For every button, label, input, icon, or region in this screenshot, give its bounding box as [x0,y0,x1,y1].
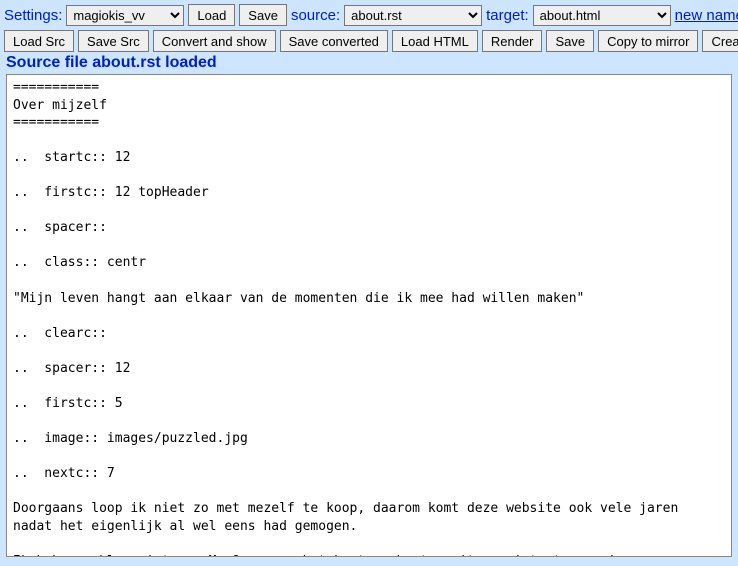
render-button[interactable]: Render [482,30,543,52]
settings-select[interactable]: magiokis_vv [66,5,184,26]
new-name-link[interactable]: new name [675,7,738,24]
load-src-button[interactable]: Load Src [4,30,74,52]
save-button[interactable]: Save [546,30,594,52]
settings-bar: Settings: magiokis_vv Load Save source: … [0,0,738,28]
source-select[interactable]: about.rst [344,5,482,26]
editor-container [0,74,738,566]
settings-label: Settings: [4,7,62,24]
settings-save-button[interactable]: Save [239,4,287,26]
convert-show-button[interactable]: Convert and show [153,30,276,52]
save-converted-button[interactable]: Save converted [280,30,388,52]
source-editor[interactable] [6,74,732,557]
source-label: source: [291,7,340,24]
copy-mirror-button[interactable]: Copy to mirror [598,30,698,52]
save-src-button[interactable]: Save Src [78,30,149,52]
target-label: target: [486,7,529,24]
action-bar: Load Src Save Src Convert and show Save … [0,28,738,54]
create-button[interactable]: Create [702,30,738,52]
status-message: Source file about.rst loaded [0,54,738,74]
load-html-button[interactable]: Load HTML [392,30,478,52]
settings-load-button[interactable]: Load [188,4,235,26]
target-select[interactable]: about.html [533,5,671,26]
